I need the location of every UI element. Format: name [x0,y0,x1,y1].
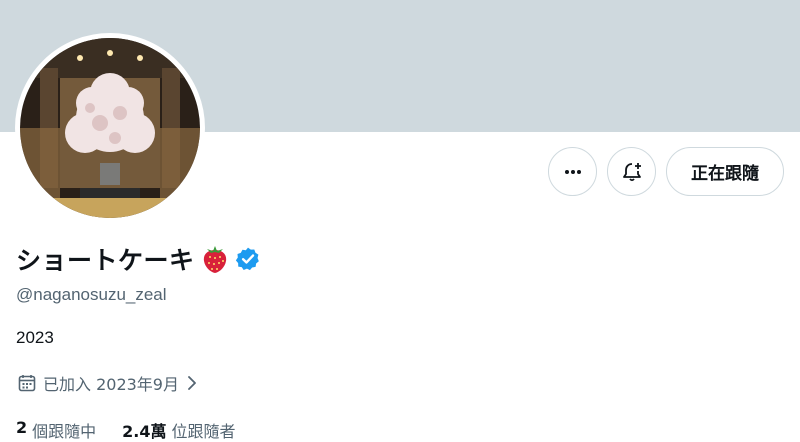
display-name: ショートケーキ [16,246,195,275]
following-stat[interactable]: 2 個跟隨中 [16,418,96,442]
name-row: ショートケーキ [16,241,261,277]
verified-badge-icon[interactable] [235,246,261,272]
user-handle: @naganosuzu_zeal [16,285,167,304]
followers-count: 2.4萬 [122,422,167,441]
more-button[interactable] [548,147,597,196]
followers-label: 位跟隨者 [171,422,236,441]
following-count: 2 [16,418,28,437]
profile-avatar[interactable] [15,33,205,223]
following-button[interactable]: 正在跟隨 [666,147,784,196]
avatar-image [20,38,200,218]
bio-text: 2023 [16,328,54,347]
follow-stats: 2 個跟隨中 2.4萬 位跟隨者 [16,418,236,442]
strawberry-icon [203,246,226,273]
bell-plus-icon [622,162,641,181]
following-label: 個跟隨中 [32,422,97,441]
followers-stat[interactable]: 2.4萬 位跟隨者 [122,418,235,442]
join-date-row[interactable]: 已加入 2023年9月 [17,371,199,395]
more-icon [564,169,581,174]
profile-actions: 正在跟隨 [548,147,784,196]
chevron-right-icon [188,376,196,390]
join-date-text: 已加入 2023年9月 [43,375,179,394]
notifications-button[interactable] [607,147,656,196]
calendar-icon [18,375,36,392]
